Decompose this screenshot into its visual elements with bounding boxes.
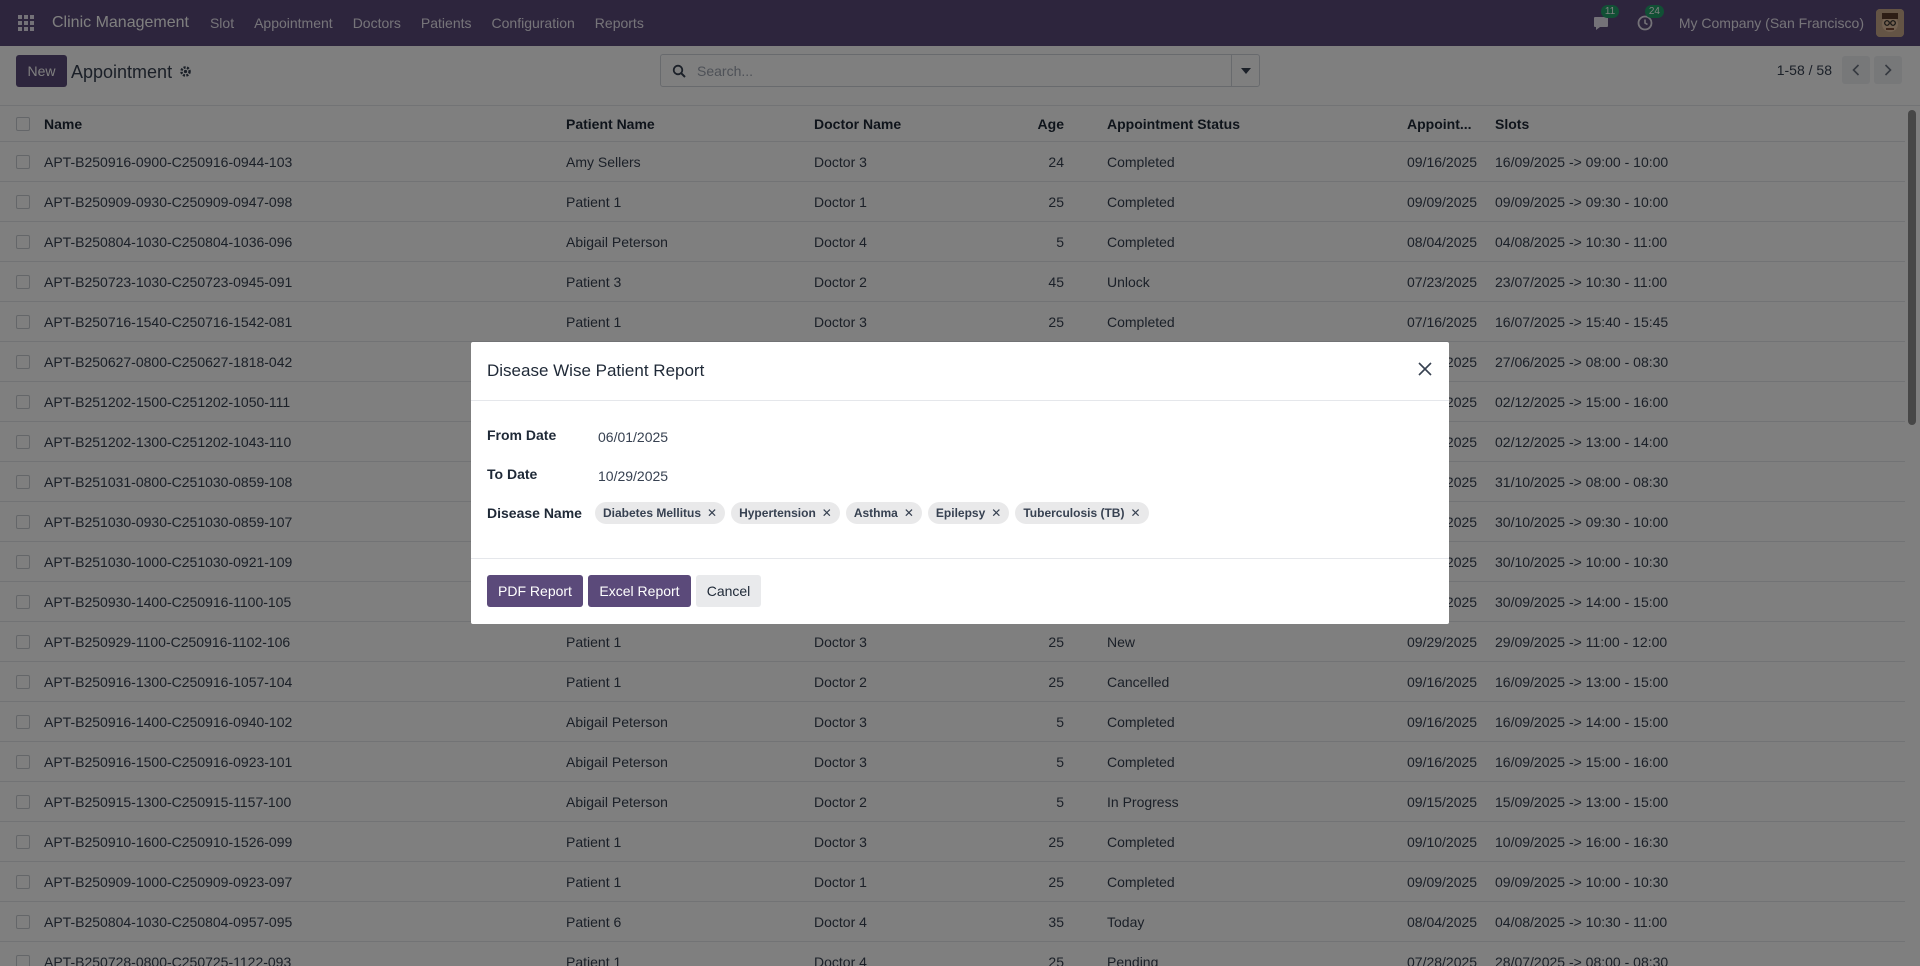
dialog-title: Disease Wise Patient Report xyxy=(487,361,705,380)
remove-tag-icon[interactable]: ✕ xyxy=(1130,506,1140,520)
disease-tag-label: Tuberculosis (TB) xyxy=(1023,506,1125,520)
disease-tag-label: Asthma xyxy=(853,506,898,520)
disease-report-dialog: Disease Wise Patient Report From Date 06… xyxy=(471,342,1449,624)
disease-name-label: Disease Name xyxy=(487,505,582,521)
excel-report-button[interactable]: Excel Report xyxy=(588,575,691,607)
remove-tag-icon[interactable]: ✕ xyxy=(707,506,717,520)
remove-tag-icon[interactable]: ✕ xyxy=(822,506,832,520)
cancel-button[interactable]: Cancel xyxy=(696,575,761,607)
disease-tag-label: Hypertension xyxy=(739,506,816,520)
close-icon[interactable] xyxy=(1417,361,1433,380)
remove-tag-icon[interactable]: ✕ xyxy=(904,506,914,520)
disease-tag-label: Diabetes Mellitus xyxy=(603,506,702,520)
dialog-header: Disease Wise Patient Report xyxy=(471,342,1449,401)
to-date-field[interactable]: 10/29/2025 xyxy=(598,468,668,484)
remove-tag-icon[interactable]: ✕ xyxy=(991,506,1001,520)
pdf-report-button[interactable]: PDF Report xyxy=(487,575,583,607)
disease-tag: Epilepsy ✕ xyxy=(927,502,1010,524)
disease-tag: Hypertension ✕ xyxy=(731,502,840,524)
from-date-field[interactable]: 06/01/2025 xyxy=(598,429,668,445)
disease-tag: Tuberculosis (TB) ✕ xyxy=(1015,502,1149,524)
disease-tag: Diabetes Mellitus ✕ xyxy=(595,502,726,524)
to-date-label: To Date xyxy=(487,466,538,482)
from-date-label: From Date xyxy=(487,427,557,443)
disease-tags-field[interactable]: Diabetes Mellitus ✕ Hypertension ✕ Asthma ✕… xyxy=(595,502,1155,524)
disease-tag-label: Epilepsy xyxy=(935,506,986,520)
dialog-footer: PDF Report Excel Report Cancel xyxy=(471,558,1449,624)
disease-tag: Asthma ✕ xyxy=(845,502,922,524)
